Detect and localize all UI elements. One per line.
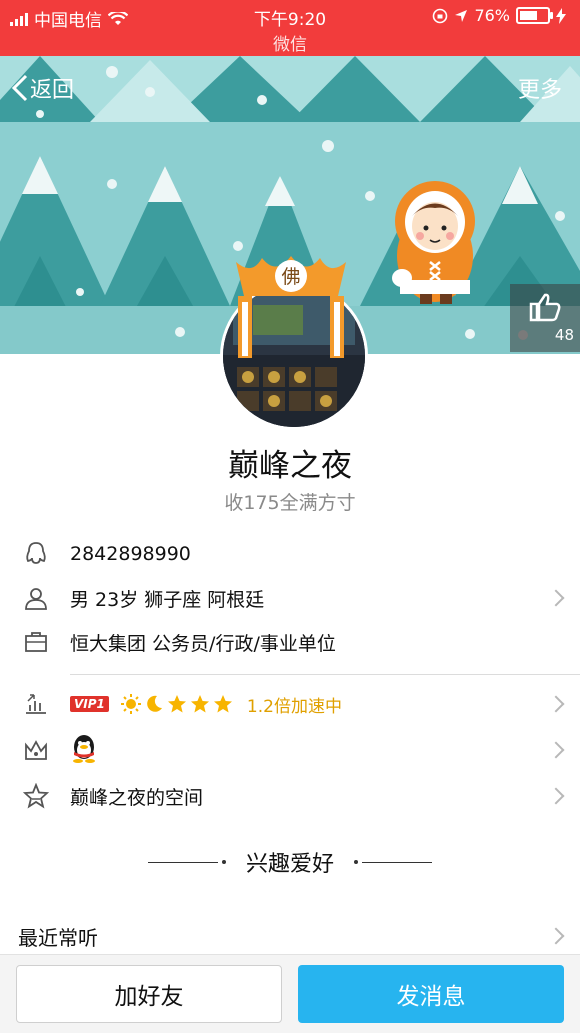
level-chart-icon bbox=[22, 690, 50, 718]
battery-icon bbox=[516, 7, 553, 24]
app-name: 微信 bbox=[273, 35, 307, 55]
qq-number-row: 2842898990 bbox=[0, 532, 580, 576]
basic-info: 男 23岁 狮子座 阿根廷 bbox=[70, 588, 265, 611]
send-message-button[interactable]: 发消息 bbox=[298, 965, 564, 1023]
level-info: VIP1 1.2倍加速中 bbox=[70, 692, 342, 717]
qq-penguin-icon bbox=[73, 734, 95, 763]
charging-icon bbox=[556, 7, 566, 24]
qq-penguin-badge bbox=[70, 733, 98, 768]
star-icon bbox=[213, 695, 232, 713]
nickname: 巅峰之夜 bbox=[228, 448, 352, 484]
chevron-right-icon bbox=[547, 589, 565, 607]
bottom-action-bar: 加好友 发消息 bbox=[0, 954, 580, 1033]
location-icon bbox=[455, 9, 468, 22]
crown-char: 佛 bbox=[281, 266, 300, 288]
crown-outline-icon bbox=[22, 736, 50, 764]
zone-label: 巅峰之夜的空间 bbox=[70, 786, 204, 809]
recent-listen-label[interactable]: 最近常听 bbox=[18, 922, 98, 951]
interest-line-right bbox=[362, 862, 432, 863]
signature: 收175全满方寸 bbox=[224, 492, 356, 514]
chevron-left-icon bbox=[12, 74, 28, 102]
back-button[interactable]: 返回 bbox=[12, 72, 74, 104]
status-right: 76% bbox=[432, 6, 566, 25]
like-button[interactable]: 48 bbox=[510, 284, 580, 352]
moon-icon bbox=[147, 695, 162, 712]
briefcase-icon bbox=[22, 628, 50, 656]
penguin-icon bbox=[22, 540, 50, 568]
like-count-row: 48 bbox=[518, 326, 574, 344]
back-label: 返回 bbox=[30, 78, 75, 103]
section-divider bbox=[70, 674, 580, 675]
chevron-right-icon bbox=[547, 741, 565, 759]
sun-icon bbox=[120, 694, 141, 714]
company-row: 恒大集团 公务员/行政/事业单位 bbox=[0, 620, 580, 664]
star-icon bbox=[167, 695, 186, 713]
chevron-right-icon bbox=[547, 787, 565, 805]
basic-info-row[interactable]: 男 23岁 狮子座 阿根廷 bbox=[0, 576, 580, 620]
level-icons bbox=[120, 694, 233, 714]
more-button[interactable]: 更多 bbox=[518, 72, 562, 104]
chevron-right-icon bbox=[547, 927, 565, 945]
rotation-lock-icon bbox=[433, 8, 448, 23]
vip-badge: VIP1 bbox=[70, 696, 109, 712]
speed-text: 1.2倍加速中 bbox=[246, 696, 342, 717]
interests-title: 兴趣爱好 bbox=[245, 852, 334, 877]
crown-hat-icon: 佛 bbox=[236, 256, 346, 358]
status-bar: 中国电信 下午9:20 微信 76% bbox=[0, 0, 580, 56]
badge-row[interactable] bbox=[0, 728, 580, 772]
star-outline-icon bbox=[22, 782, 50, 810]
person-icon bbox=[22, 584, 50, 612]
interest-dot-right bbox=[354, 860, 358, 864]
qq-number: 2842898990 bbox=[70, 543, 191, 565]
like-dot bbox=[518, 330, 528, 340]
add-friend-button[interactable]: 加好友 bbox=[16, 965, 282, 1023]
thumbs-up-icon bbox=[529, 293, 561, 322]
chevron-right-icon bbox=[547, 695, 565, 713]
like-count: 48 bbox=[554, 326, 574, 344]
level-row[interactable]: VIP1 1.2倍加速中 bbox=[0, 682, 580, 726]
star-icon bbox=[190, 695, 209, 713]
zone-row[interactable]: 巅峰之夜的空间 bbox=[0, 774, 580, 818]
battery-percent: 76% bbox=[474, 6, 510, 25]
company-info: 恒大集团 公务员/行政/事业单位 bbox=[70, 632, 336, 655]
